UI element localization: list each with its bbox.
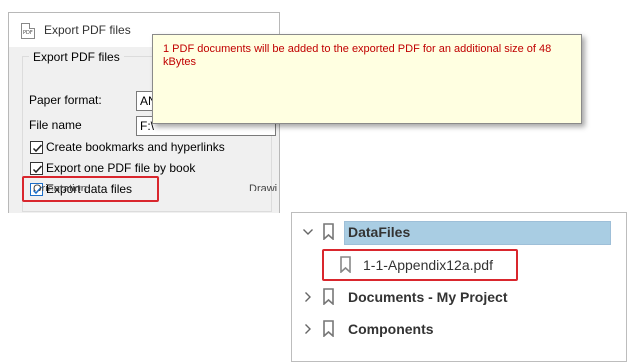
tree-item-label: Components xyxy=(348,321,434,337)
appendix-pdf-highlight xyxy=(322,249,518,281)
file-name-label: File name xyxy=(29,118,82,132)
drawing-label: Drawi xyxy=(249,183,278,191)
tree-item-label: Documents - My Project xyxy=(348,289,508,305)
checkmark-icon xyxy=(32,144,43,153)
export-one-pdf-checkbox[interactable] xyxy=(30,162,43,175)
create-bookmarks-label: Create bookmarks and hyperlinks xyxy=(46,140,225,154)
chevron-down-icon[interactable] xyxy=(302,226,314,238)
pdf-file-icon: PDF xyxy=(21,23,35,39)
pdf-icon-tag: PDF xyxy=(23,30,33,36)
export-one-pdf-label: Export one PDF file by book xyxy=(46,161,196,175)
create-bookmarks-checkbox[interactable] xyxy=(30,141,43,154)
tree-item-documents[interactable]: Documents - My Project xyxy=(292,283,626,311)
dialog-title: Export PDF files xyxy=(44,23,131,37)
groupbox-title: Export PDF files xyxy=(29,50,124,64)
bookmark-icon xyxy=(323,288,334,305)
tooltip-message: 1 PDF documents will be added to the exp… xyxy=(163,43,552,68)
orientation-row: Orientation Drawi xyxy=(9,179,279,191)
tree-item-label: DataFiles xyxy=(348,224,411,240)
chevron-right-icon[interactable] xyxy=(302,323,314,335)
tree-item-components[interactable]: Components xyxy=(292,315,626,343)
bookmark-icon xyxy=(323,320,334,337)
bookmark-icon xyxy=(323,223,334,240)
paper-format-label: Paper format: xyxy=(29,93,102,107)
bookmark-tree: DataFiles 1-1-Appendix12a.pdf Documents … xyxy=(291,212,627,362)
tree-item-datafiles[interactable]: DataFiles xyxy=(292,218,626,246)
chevron-right-icon[interactable] xyxy=(302,291,314,303)
checkmark-icon xyxy=(32,165,43,174)
size-info-tooltip: 1 PDF documents will be added to the exp… xyxy=(152,34,582,124)
orientation-label: Orientation xyxy=(33,183,87,191)
